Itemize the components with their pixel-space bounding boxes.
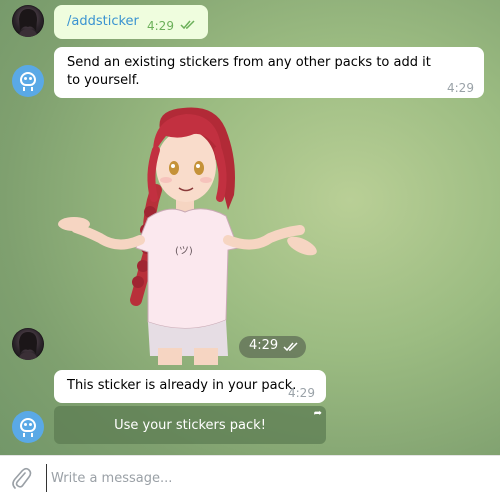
message-time: 4:29	[447, 81, 474, 95]
bot-legs	[23, 433, 33, 437]
user-avatar[interactable]	[12, 5, 44, 37]
incoming-message[interactable]: Send an existing stickers from any other…	[54, 47, 484, 98]
sticker-time-badge: 4:29	[239, 336, 306, 358]
paperclip-icon[interactable]	[10, 466, 32, 490]
user-avatar-image	[18, 332, 38, 360]
message-time: 4:29	[147, 19, 174, 33]
svg-text:(ツ): (ツ)	[175, 246, 193, 257]
outgoing-message[interactable]: /addsticker 4:29	[54, 5, 208, 39]
share-arrow-icon: ➦	[313, 408, 322, 419]
message-composer	[0, 455, 500, 500]
message-time: 4:29	[249, 338, 279, 353]
bot-avatar-icon[interactable]	[12, 411, 44, 443]
inline-keyboard-button[interactable]: Use your stickers pack! ➦	[54, 406, 326, 444]
bot-face	[20, 72, 36, 86]
bot-face	[20, 418, 36, 432]
double-check-icon	[283, 342, 298, 352]
command-link[interactable]: /addsticker	[67, 13, 139, 31]
inline-button-label: Use your stickers pack!	[114, 417, 266, 433]
user-avatar[interactable]	[12, 328, 44, 360]
user-avatar-image	[18, 9, 38, 37]
message-text: This sticker is already in your pack.	[67, 378, 297, 393]
incoming-message[interactable]: This sticker is already in your pack. 4:…	[54, 370, 326, 403]
message-input[interactable]	[46, 464, 476, 492]
message-text: Send an existing stickers from any other…	[67, 55, 431, 88]
bot-avatar-icon[interactable]	[12, 65, 44, 97]
bot-legs	[23, 87, 33, 91]
double-check-icon	[180, 20, 195, 30]
anime-girl-sticker[interactable]: (ツ)	[48, 100, 323, 365]
message-time: 4:29	[288, 386, 315, 400]
chat-area: /addsticker 4:29 Send an existing sticke…	[0, 0, 500, 455]
